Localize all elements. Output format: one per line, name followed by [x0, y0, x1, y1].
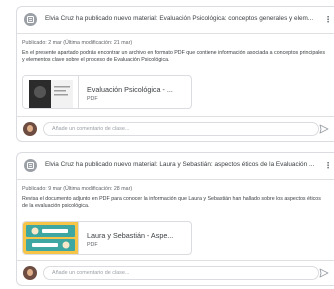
send-icon[interactable] [319, 268, 329, 278]
pdf-attachment[interactable]: Evaluación Psicológica - ... PDF [22, 75, 192, 109]
pdf-attachment[interactable]: Laura y Sebastián - Aspe... PDF [22, 221, 192, 255]
attachment-thumbnail [23, 222, 79, 254]
comment-input[interactable] [43, 122, 319, 136]
attachment-type: PDF [87, 96, 98, 102]
attachment-thumbnail [23, 76, 79, 108]
post-title[interactable]: Elvia Cruz ha publicado nuevo material: … [45, 15, 316, 22]
post-title[interactable]: Elvia Cruz ha publicado nuevo material: … [45, 161, 316, 168]
attachment-type: PDF [87, 242, 98, 248]
comment-row [17, 116, 334, 141]
more-vert-icon[interactable]: ⋮ [324, 160, 332, 171]
avatar [23, 122, 37, 136]
comment-input[interactable] [43, 266, 319, 280]
material-post-card[interactable]: Elvia Cruz ha publicado nuevo material: … [16, 6, 334, 142]
attachment-title[interactable]: Evaluación Psicológica - ... [87, 85, 173, 94]
avatar [23, 266, 37, 280]
material-icon [24, 13, 37, 26]
attachment-title[interactable]: Laura y Sebastián - Aspe... [87, 231, 173, 240]
post-date: Publicado: 2 mar (Última modificación: 2… [22, 40, 133, 46]
comment-row [17, 260, 334, 285]
post-header[interactable]: Elvia Cruz ha publicado nuevo material: … [17, 7, 334, 34]
material-post-card[interactable]: Elvia Cruz ha publicado nuevo material: … [16, 152, 334, 286]
post-description: Revisa el documento adjunto en PDF para … [22, 196, 321, 209]
more-vert-icon[interactable]: ⋮ [324, 14, 332, 25]
post-description: En el presente apartado podrás encontrar… [22, 50, 325, 63]
post-header[interactable]: Elvia Cruz ha publicado nuevo material: … [17, 153, 334, 180]
post-date: Publicado: 9 mar (Última modificación: 2… [22, 186, 133, 192]
send-icon[interactable] [319, 124, 329, 134]
material-icon [24, 159, 37, 172]
